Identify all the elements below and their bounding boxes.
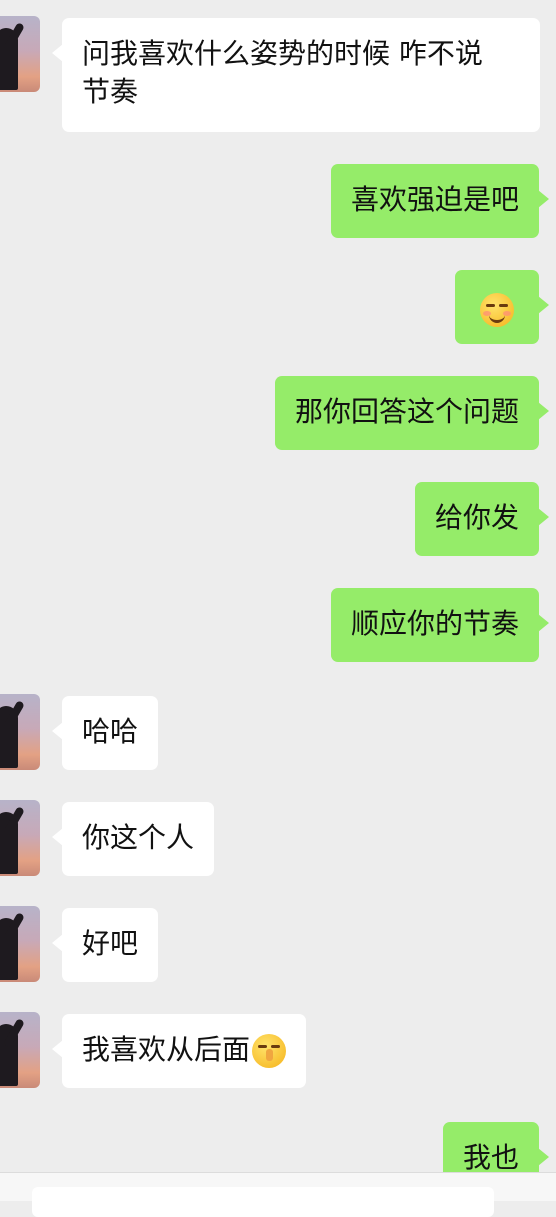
- message-text: 那你回答这个问题: [294, 395, 519, 428]
- contact-avatar[interactable]: [0, 16, 40, 92]
- incoming-message-bubble[interactable]: 哈哈: [51, 696, 159, 770]
- outgoing-message-bubble[interactable]: 那你回答这个问题: [274, 376, 550, 450]
- contact-avatar[interactable]: [0, 694, 40, 770]
- outgoing-message-bubble[interactable]: 给你发: [414, 482, 550, 556]
- message-text: 喜欢强迫是吧: [350, 183, 519, 216]
- message-text: 给你发: [434, 501, 519, 534]
- message-text: 顺应你的节奏: [350, 607, 519, 640]
- incoming-message-bubble[interactable]: 好吧: [51, 908, 159, 982]
- contact-avatar[interactable]: [0, 1012, 40, 1088]
- incoming-message-bubble[interactable]: 我喜欢从后面: [51, 1014, 307, 1088]
- message-text: 我也: [462, 1141, 519, 1174]
- chat-input-bar: [0, 1172, 556, 1217]
- shush-emoji-icon: [252, 1034, 287, 1068]
- message-text: 好吧: [82, 927, 139, 960]
- outgoing-emoji-bubble[interactable]: [455, 270, 549, 344]
- contact-avatar[interactable]: [0, 906, 40, 982]
- incoming-message-bubble[interactable]: 你这个人: [51, 802, 215, 876]
- message-text: 哈哈: [82, 715, 139, 748]
- message-text: 问我喜欢什么姿势的时候 咋不说 节奏: [82, 37, 483, 108]
- incoming-message-bubble[interactable]: 问我喜欢什么姿势的时候 咋不说 节奏: [52, 18, 540, 132]
- smirk-emoji-icon: [480, 293, 514, 327]
- contact-avatar[interactable]: [0, 800, 40, 876]
- message-text: 你这个人: [82, 821, 195, 854]
- message-text: 我喜欢从后面: [82, 1033, 251, 1066]
- outgoing-message-bubble[interactable]: 顺应你的节奏: [330, 588, 550, 662]
- message-input[interactable]: [32, 1187, 494, 1217]
- outgoing-message-bubble[interactable]: 喜欢强迫是吧: [330, 164, 550, 238]
